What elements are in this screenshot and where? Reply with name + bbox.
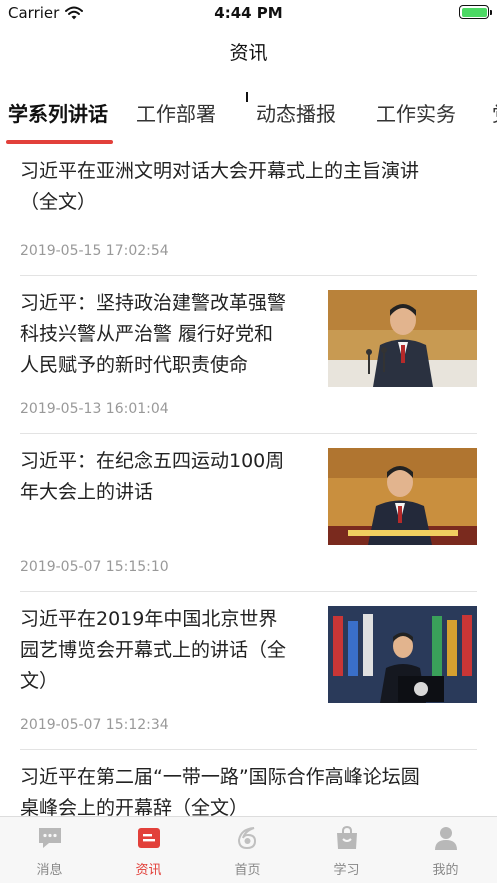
tabbar-item-news[interactable]: 资讯 xyxy=(99,817,198,883)
news-title-line: 科技兴警从严治警 履行好党和 xyxy=(20,323,274,345)
news-title-line: 习近平：在纪念五四运动100周 xyxy=(20,450,285,472)
tab-work-practice[interactable]: 工作实务 xyxy=(376,98,456,127)
page-title: 资讯 xyxy=(229,42,268,64)
news-title: 习近平：坚持政治建警改革强警 科技兴警从严治警 履行好党和 人民赋予的新时代职责… xyxy=(20,276,325,381)
news-item[interactable]: 习近平在第二届“一带一路”国际合作高峰论坛圆 桌峰会上的开幕辞（全文） xyxy=(20,750,477,816)
tabbar-item-messages[interactable]: 消息 xyxy=(0,817,99,883)
news-item[interactable]: 习近平在亚洲文明对话大会开幕式上的主旨演讲 （全文） 2019-05-15 17… xyxy=(20,146,477,276)
news-thumbnail[interactable] xyxy=(328,448,477,545)
tabbar-label: 学习 xyxy=(333,863,360,878)
news-thumbnail[interactable] xyxy=(328,290,477,387)
news-item[interactable]: 习近平：坚持政治建警改革强警 科技兴警从严治警 履行好党和 人民赋予的新时代职责… xyxy=(20,276,477,434)
news-date: 2019-05-13 16:01:04 xyxy=(20,401,169,417)
news-date: 2019-05-15 17:02:54 xyxy=(20,243,169,259)
battery-icon xyxy=(459,5,492,19)
tabbar-item-home[interactable]: 首页 xyxy=(198,817,297,883)
tabbar-item-profile[interactable]: 我的 xyxy=(396,817,495,883)
news-thumbnail[interactable] xyxy=(328,606,477,703)
news-title-line: 桌峰会上的开幕辞（全文） xyxy=(20,797,249,816)
tab-overflow-hint[interactable]: 党 xyxy=(492,98,497,127)
tabbar-label: 我的 xyxy=(432,863,459,878)
tabbar-label: 首页 xyxy=(234,863,261,878)
news-title: 习近平在2019年中国北京世界 园艺博览会开幕式上的讲话（全 文） xyxy=(20,592,325,697)
news-title-line: （全文） xyxy=(20,191,97,213)
message-icon xyxy=(37,825,63,851)
tabbar-label: 资讯 xyxy=(135,863,162,878)
tab-news-broadcast[interactable]: 动态播报 xyxy=(256,98,336,127)
tab-separator xyxy=(246,92,248,102)
study-bag-icon xyxy=(334,825,360,851)
news-list[interactable]: 习近平在亚洲文明对话大会开幕式上的主旨演讲 （全文） 2019-05-15 17… xyxy=(0,146,497,816)
news-item[interactable]: 习近平在2019年中国北京世界 园艺博览会开幕式上的讲话（全 文） 2019-0… xyxy=(20,592,477,750)
tab-series-speeches[interactable]: 学系列讲话 xyxy=(8,98,108,127)
news-date: 2019-05-07 15:15:10 xyxy=(20,559,169,575)
category-tabs: 学系列讲话 工作部署 动态播报 工作实务 党 xyxy=(0,88,497,144)
bottom-tab-bar: 消息 资讯 首页 学习 我的 xyxy=(0,816,497,883)
tabbar-item-study[interactable]: 学习 xyxy=(297,817,396,883)
news-title-line: 习近平在第二届“一带一路”国际合作高峰论坛圆 xyxy=(20,766,420,788)
news-date: 2019-05-07 15:12:34 xyxy=(20,717,169,733)
news-title: 习近平在第二届“一带一路”国际合作高峰论坛圆 桌峰会上的开幕辞（全文） xyxy=(20,750,477,816)
news-title-line: 人民赋予的新时代职责使命 xyxy=(20,354,249,376)
news-title-line: 年大会上的讲话 xyxy=(20,481,154,503)
news-title: 习近平在亚洲文明对话大会开幕式上的主旨演讲 （全文） xyxy=(20,146,477,218)
news-title-line: 园艺博览会开幕式上的讲话（全 xyxy=(20,639,287,661)
tabbar-label: 消息 xyxy=(36,863,63,878)
news-title-line: 文） xyxy=(20,670,59,692)
tab-work-deployment[interactable]: 工作部署 xyxy=(136,98,216,127)
status-time: 4:44 PM xyxy=(214,4,283,22)
news-title-line: 习近平在2019年中国北京世界 xyxy=(20,608,278,630)
home-icon xyxy=(235,825,261,851)
status-bar: Carrier 4:44 PM xyxy=(0,0,497,26)
news-title-line: 习近平：坚持政治建警改革强警 xyxy=(20,292,287,314)
active-tab-indicator xyxy=(6,140,113,144)
news-icon xyxy=(136,825,162,851)
profile-icon xyxy=(433,825,459,851)
news-title-line: 习近平在亚洲文明对话大会开幕式上的主旨演讲 xyxy=(20,160,420,182)
news-item[interactable]: 习近平：在纪念五四运动100周 年大会上的讲话 2019-05-07 15:15… xyxy=(20,434,477,592)
news-title: 习近平：在纪念五四运动100周 年大会上的讲话 xyxy=(20,434,325,508)
